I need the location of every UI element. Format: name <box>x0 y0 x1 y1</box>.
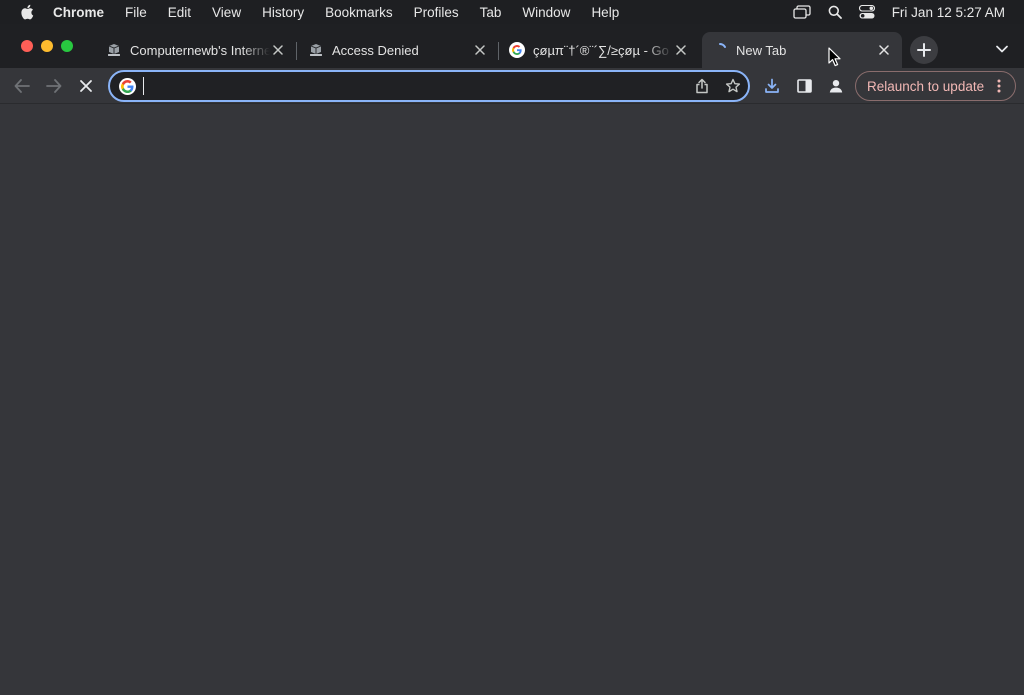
tab-separator <box>296 42 297 60</box>
computernewb-icon <box>106 42 122 58</box>
downloads-icon[interactable] <box>762 76 782 96</box>
tab-separator <box>498 42 499 60</box>
menu-help[interactable]: Help <box>591 5 619 20</box>
spotlight-search-icon[interactable] <box>828 5 842 19</box>
relaunch-label: Relaunch to update <box>867 78 985 94</box>
screen-mirroring-icon[interactable] <box>793 5 811 19</box>
tab-strip: Computernewb's Interne Access Denied çøµ… <box>0 24 1024 68</box>
tab-title: New Tab <box>736 42 787 58</box>
bookmark-star-icon[interactable] <box>724 77 742 95</box>
back-button[interactable] <box>12 76 32 96</box>
tab-close-icon[interactable] <box>270 42 286 58</box>
share-icon[interactable] <box>693 77 711 95</box>
omnibox-input[interactable] <box>144 75 684 97</box>
menu-edit[interactable]: Edit <box>168 5 191 20</box>
address-bar[interactable] <box>108 70 750 102</box>
tab-close-icon[interactable] <box>472 42 488 58</box>
tab-computernewb[interactable]: Computernewb's Interne <box>98 32 296 68</box>
macos-menu-bar: Chrome File Edit View History Bookmarks … <box>0 0 1024 24</box>
google-icon <box>119 78 136 95</box>
menu-bar-clock[interactable]: Fri Jan 12 5:27 AM <box>892 5 1005 20</box>
forward-button[interactable] <box>44 76 64 96</box>
mouse-pointer-icon <box>828 47 842 67</box>
profile-avatar-icon[interactable] <box>826 76 846 96</box>
loading-spinner-icon <box>712 42 728 58</box>
menu-history[interactable]: History <box>262 5 304 20</box>
control-center-icon[interactable] <box>858 5 875 19</box>
menu-tab[interactable]: Tab <box>480 5 502 20</box>
tab-title: Access Denied <box>332 42 419 58</box>
menu-app-name[interactable]: Chrome <box>53 5 104 20</box>
new-tab-button[interactable] <box>910 36 938 64</box>
more-vertical-icon[interactable] <box>991 78 1007 94</box>
tab-google-search[interactable]: çøµπ¨†´®¨´∑/≥çøµ - Go <box>501 32 699 68</box>
apple-logo-icon[interactable] <box>20 4 34 20</box>
relaunch-to-update-button[interactable]: Relaunch to update <box>855 71 1016 101</box>
side-panel-icon[interactable] <box>794 76 814 96</box>
tab-title: çøµπ¨†´®¨´∑/≥çøµ - Go <box>533 42 669 58</box>
menu-window[interactable]: Window <box>522 5 570 20</box>
computernewb-icon <box>308 42 324 58</box>
tab-title: Computernewb's Interne <box>130 42 270 58</box>
tab-search-chevron-icon[interactable] <box>994 41 1010 57</box>
tab-new-tab[interactable]: New Tab <box>702 32 902 68</box>
window-fullscreen-button[interactable] <box>61 40 73 52</box>
window-close-button[interactable] <box>21 40 33 52</box>
window-minimize-button[interactable] <box>41 40 53 52</box>
tab-access-denied[interactable]: Access Denied <box>300 32 498 68</box>
tab-close-icon[interactable] <box>876 42 892 58</box>
stop-loading-button[interactable] <box>76 76 96 96</box>
browser-toolbar: Relaunch to update <box>0 68 1024 104</box>
menu-bookmarks[interactable]: Bookmarks <box>325 5 393 20</box>
tab-close-icon[interactable] <box>673 42 689 58</box>
menu-profiles[interactable]: Profiles <box>414 5 459 20</box>
google-icon <box>509 42 525 58</box>
menu-file[interactable]: File <box>125 5 147 20</box>
page-content-area[interactable] <box>0 104 1024 695</box>
menu-view[interactable]: View <box>212 5 241 20</box>
